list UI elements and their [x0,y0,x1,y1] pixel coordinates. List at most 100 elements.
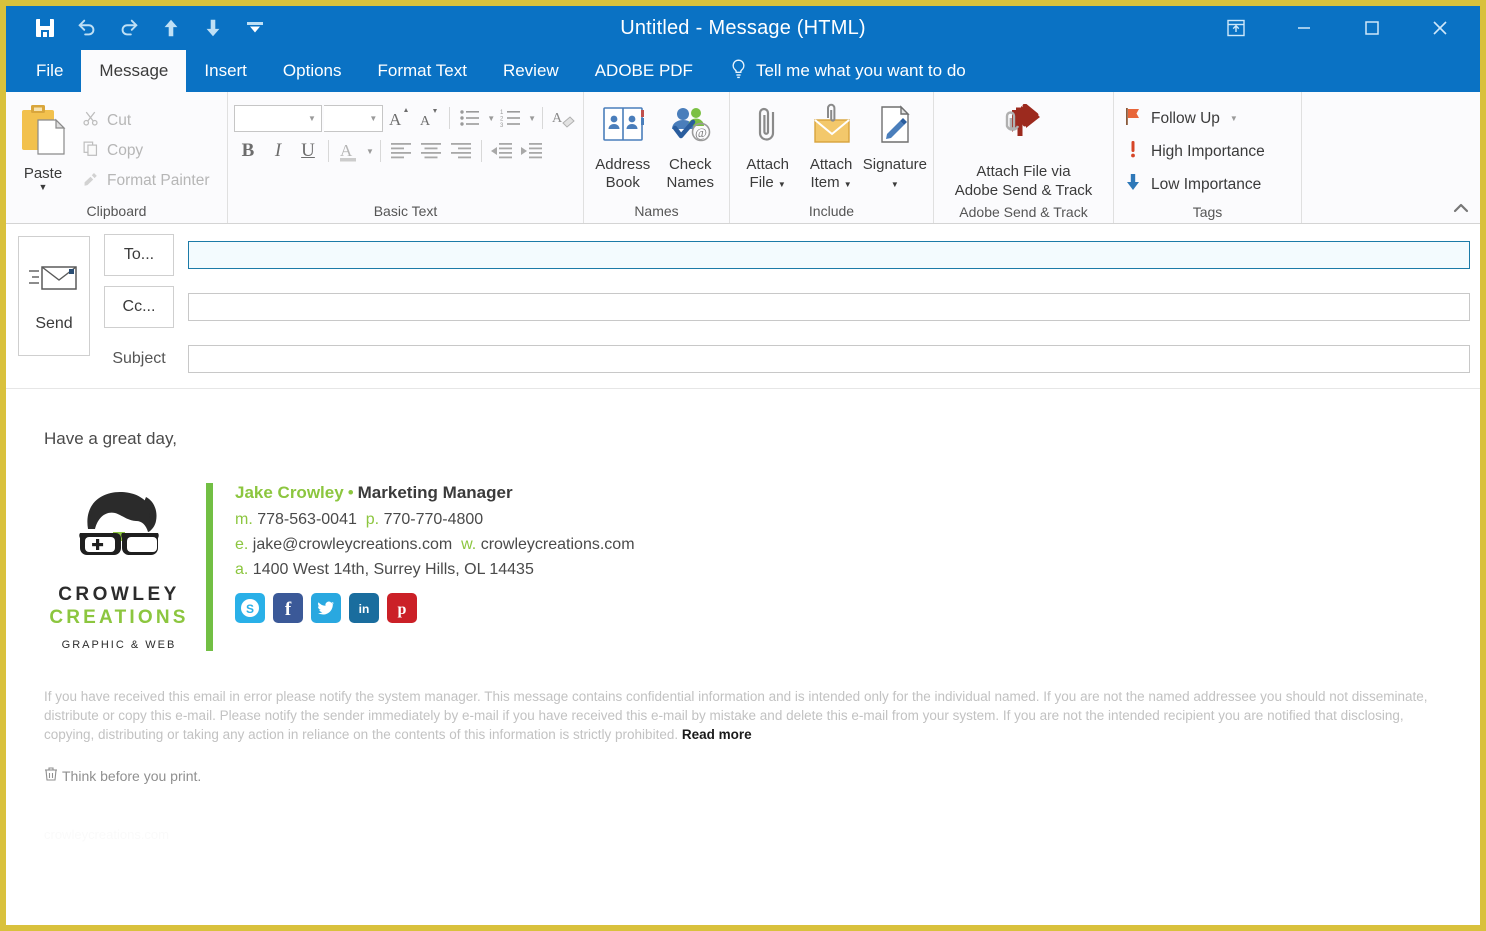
clipboard-commands: Cut Copy Format Painter [74,100,218,196]
cc-input[interactable] [188,293,1470,321]
address-book-label-line1: Address [595,156,650,173]
close-button[interactable] [1406,6,1474,50]
attach-file-via-adobe-button[interactable]: Attach File via Adobe Send & Track [940,100,1107,200]
redo-icon[interactable] [116,15,142,41]
undo-icon[interactable] [74,15,100,41]
save-icon[interactable] [32,15,58,41]
chevron-down-icon: ▼ [369,114,377,123]
tab-message[interactable]: Message [81,50,186,92]
increase-indent-icon[interactable] [518,137,546,165]
twitter-icon[interactable] [311,593,341,623]
font-size-combo[interactable]: ▼ [324,105,383,132]
attach-item-label-line1: Attach [810,156,853,173]
shrink-font-icon[interactable]: A [415,104,443,132]
grow-font-icon[interactable]: A [385,104,413,132]
align-right-icon[interactable] [447,137,475,165]
tab-options[interactable]: Options [265,50,360,92]
chevron-down-icon[interactable]: ▼ [844,180,852,189]
cut-button[interactable]: Cut [74,106,218,136]
bullets-icon[interactable] [456,104,484,132]
italic-button[interactable]: I [264,137,292,165]
chevron-down-icon[interactable] [242,15,268,41]
attach-item-button[interactable]: Attach Item ▼ [799,100,862,194]
check-names-icon: @ [667,102,713,153]
address-book-button[interactable]: Address Book [590,100,656,192]
facebook-icon[interactable]: f [273,593,303,623]
ribbon-group-clipboard: Paste ▼ Cut Copy [6,92,228,223]
chevron-down-icon[interactable]: ▼ [487,114,495,123]
chevron-down-icon[interactable]: ▼ [891,180,899,189]
address-label: a. [235,561,248,578]
signature-details: Jake Crowley•Marketing Manager m. 778-56… [235,479,635,623]
ribbon-group-include: Attach File ▼ Attach [730,92,934,223]
subject-input[interactable] [188,345,1470,373]
font-name-combo[interactable]: ▼ [234,105,322,132]
to-button[interactable]: To... [104,234,174,276]
chevron-down-icon[interactable]: ▼ [366,147,374,156]
tab-file[interactable]: File [18,50,81,92]
address-book-label-line2: Book [606,174,640,191]
subject-row: Subject [104,338,1470,380]
read-more-link[interactable]: Read more [682,727,752,742]
logo-wordmark: CROWLEY CREATIONS GRAPHIC & WEB [49,584,188,651]
body-greeting: Have a great day, [44,429,1442,449]
maximize-button[interactable] [1338,6,1406,50]
check-names-button[interactable]: @ Check Names [658,100,724,192]
align-left-icon[interactable] [387,137,415,165]
company-logo: CROWLEY CREATIONS GRAPHIC & WEB [44,479,194,651]
flag-icon [1124,106,1142,131]
attach-file-button[interactable]: Attach File ▼ [736,100,799,194]
minimize-button[interactable] [1270,6,1338,50]
numbering-icon[interactable]: 123 [497,104,525,132]
paste-label: Paste [24,165,62,182]
copy-label: Copy [107,142,143,160]
tab-adobe-pdf[interactable]: ADOBE PDF [577,50,711,92]
web-value[interactable]: crowleycreations.com [481,536,635,553]
send-label: Send [35,315,72,333]
send-button[interactable]: Send [18,236,90,356]
paste-button[interactable]: Paste ▼ [12,100,74,191]
font-color-icon[interactable]: A [335,137,363,165]
ribbon-group-adobe-label: Adobe Send & Track [934,200,1113,223]
tab-review[interactable]: Review [485,50,577,92]
clear-formatting-icon[interactable]: A [549,104,577,132]
copy-button[interactable]: Copy [74,136,218,166]
pinterest-icon[interactable]: p [387,593,417,623]
align-center-icon[interactable] [417,137,445,165]
linkedin-icon[interactable]: in [349,593,379,623]
tab-insert[interactable]: Insert [186,50,265,92]
message-body[interactable]: Have a great day, [6,389,1480,929]
chevron-down-icon[interactable]: ▼ [528,114,536,123]
low-importance-button[interactable]: Low Importance [1124,168,1295,201]
collapse-ribbon-button[interactable] [1450,197,1472,219]
skype-icon[interactable]: S [235,593,265,623]
to-input[interactable] [188,241,1470,269]
tell-me-search[interactable]: Tell me what you want to do [729,50,966,92]
cc-row: Cc... [104,286,1470,328]
underline-button[interactable]: U [294,137,322,165]
chevron-down-icon[interactable]: ▼ [1230,114,1238,123]
follow-up-button[interactable]: Follow Up ▼ [1124,102,1295,135]
format-painter-button[interactable]: Format Painter [74,166,218,196]
mobile-label: m. [235,511,253,528]
email-value[interactable]: jake@crowleycreations.com [253,536,452,553]
svg-text:@: @ [695,125,707,140]
chevron-down-icon: ▼ [308,114,316,123]
divider [542,107,543,129]
ribbon-display-options-button[interactable] [1202,6,1270,50]
tab-format-text[interactable]: Format Text [360,50,485,92]
tell-me-label: Tell me what you want to do [756,61,966,81]
decrease-indent-icon[interactable] [488,137,516,165]
arrow-up-icon[interactable] [158,15,184,41]
email-label: e. [235,536,248,553]
mobile-value: 778-563-0041 [257,511,357,528]
signature-button[interactable]: Signature ▼ [863,100,927,194]
high-importance-button[interactable]: High Importance [1124,135,1295,168]
bold-button[interactable]: B [234,137,262,165]
chevron-down-icon[interactable]: ▼ [778,180,786,189]
chevron-down-icon[interactable]: ▼ [39,183,48,191]
adobe-send-track-icon [996,104,1052,159]
cc-button[interactable]: Cc... [104,286,174,328]
web-label: w. [461,536,476,553]
arrow-down-icon[interactable] [200,15,226,41]
